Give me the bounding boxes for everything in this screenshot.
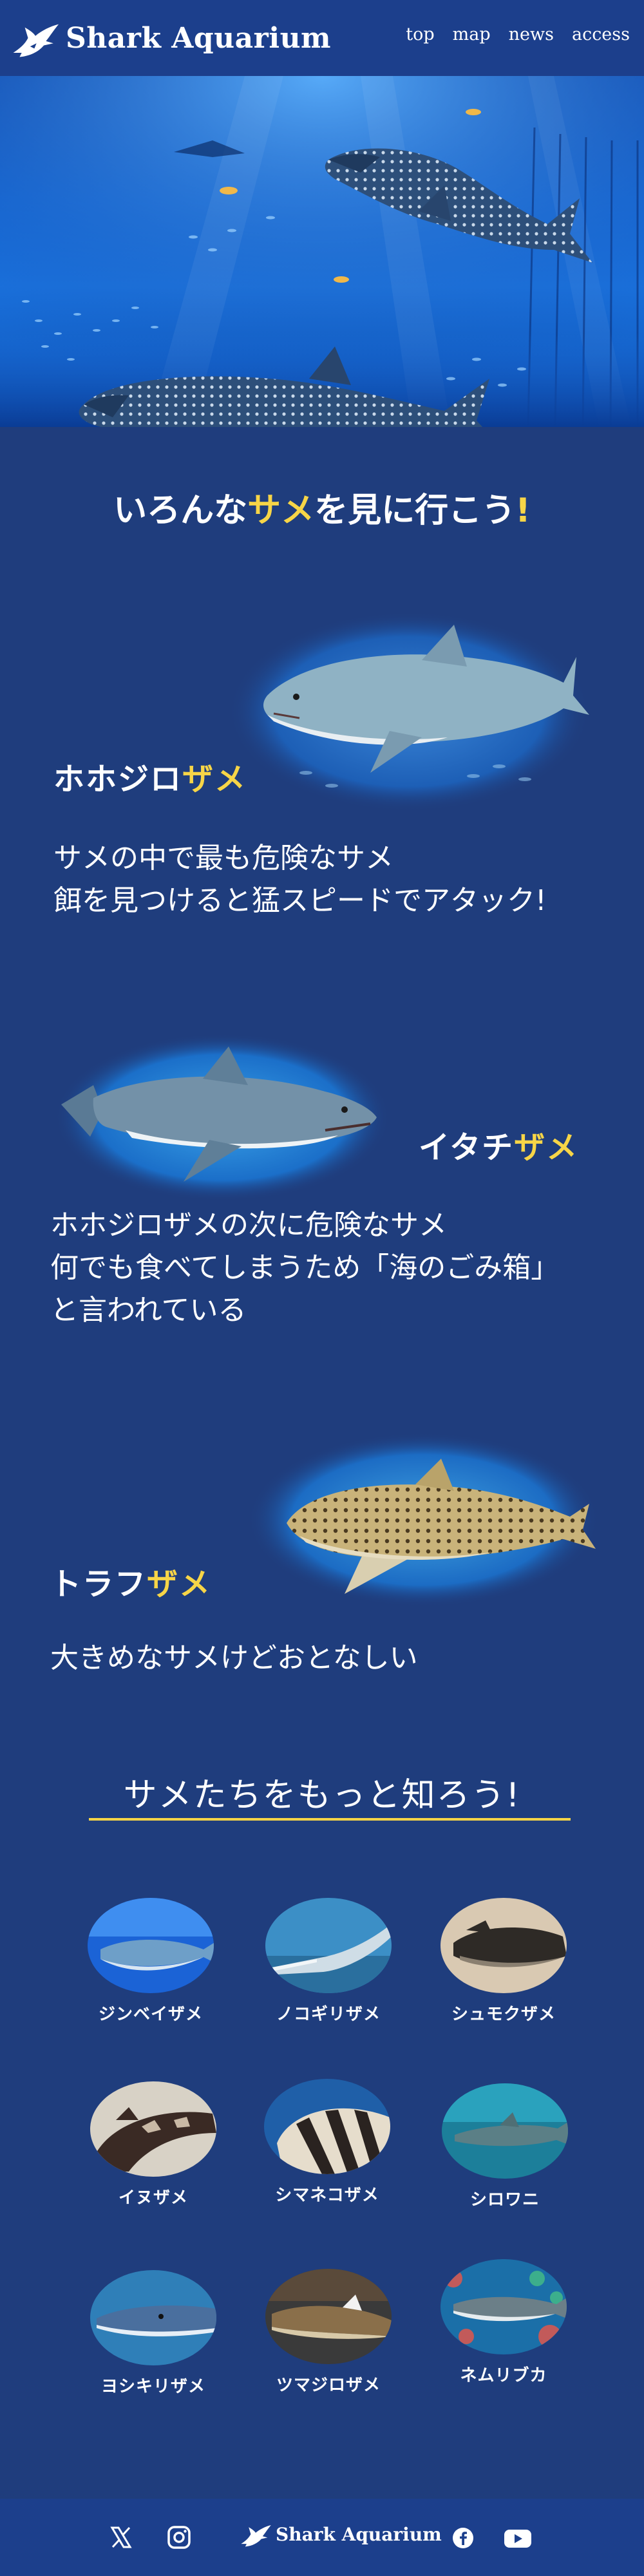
shark-card-image — [440, 2259, 567, 2354]
shark-card-tsumajiro[interactable]: ツマジロザメ — [245, 2269, 412, 2396]
hammerhead-thumb — [440, 1898, 567, 1993]
feature-1-description: サメの中で最も危険なサメ 餌を見つけると猛スピードでアタック! — [53, 842, 547, 917]
site-logo-text: Shark Aquarium — [66, 21, 332, 55]
shark-card-image — [90, 2270, 216, 2365]
feature-1-name-main: ホホジロ — [53, 761, 183, 797]
shark-card-inuzame[interactable]: イヌザメ — [70, 2081, 237, 2208]
intro-title-before: いろんな — [113, 491, 248, 530]
site-header: Shark Aquarium top map news access — [0, 0, 644, 76]
whitetip-shark-thumb — [265, 2269, 392, 2364]
sawshark-thumb — [265, 1898, 392, 1993]
more-title-underline — [89, 1818, 571, 1821]
shark-card-image — [264, 2079, 390, 2174]
site-footer: Shark Aquarium — [0, 2499, 644, 2576]
intro-title: いろんなサメを見に行こう! — [0, 483, 644, 531]
shark-card-shirowani[interactable]: シロワニ — [421, 2083, 589, 2210]
shark-card-nokogiri[interactable]: ノコギリザメ — [245, 1898, 412, 2025]
feature-1-image — [229, 612, 589, 811]
shark-card-label: ネムリブカ — [460, 2366, 547, 2385]
great-white-shark-image — [229, 612, 589, 811]
shark-card-jinbei[interactable]: ジンベイザメ — [67, 1898, 234, 2025]
shark-logo-icon — [13, 24, 59, 57]
shark-card-image — [265, 1898, 392, 1993]
shark-card-image — [440, 1898, 567, 1993]
hero-image — [0, 76, 644, 427]
shark-card-image — [90, 2081, 216, 2177]
footer-logo[interactable]: Shark Aquarium — [238, 2517, 442, 2552]
feature-3-name-main: トラフ — [50, 1566, 147, 1602]
main-nav: top map news access — [406, 24, 630, 44]
feature-2-image — [55, 1034, 390, 1201]
feature-3-image — [248, 1433, 599, 1607]
shark-card-image — [265, 2269, 392, 2364]
nav-top[interactable]: top — [406, 24, 434, 44]
reef-whitetip-shark-thumb — [440, 2259, 567, 2354]
shark-card-yoshikiri[interactable]: ヨシキリザメ — [70, 2270, 237, 2397]
feature-2-name-main: イタチ — [419, 1130, 515, 1166]
hero-aquarium-illustration — [0, 76, 644, 427]
shark-card-shumoku[interactable]: シュモクザメ — [420, 1898, 587, 2025]
instagram-icon[interactable] — [166, 2524, 192, 2553]
nav-access[interactable]: access — [572, 24, 630, 44]
nav-map[interactable]: map — [453, 24, 491, 44]
zebra-shark-image — [248, 1433, 598, 1607]
footer-logo-text: Shark Aquarium — [276, 2523, 442, 2545]
shark-card-image — [88, 1898, 214, 1993]
youtube-icon[interactable] — [504, 2528, 532, 2552]
feature-1-name-accent: ザメ — [182, 761, 247, 797]
feature-3-description: 大きめなサメけどおとなしい — [50, 1642, 418, 1674]
shark-card-label: ジンベイザメ — [98, 2005, 203, 2024]
shark-card-label: シマネコザメ — [275, 2186, 379, 2205]
shark-card-nemuribuka[interactable]: ネムリブカ — [420, 2259, 587, 2386]
more-title: サメたちをもっと知ろう! — [123, 1776, 521, 1815]
shark-card-image — [442, 2083, 568, 2179]
bamboo-shark-thumb — [90, 2081, 216, 2177]
x-icon[interactable] — [108, 2524, 134, 2553]
facebook-icon[interactable] — [452, 2527, 474, 2552]
shark-card-label: ノコギリザメ — [276, 2005, 381, 2024]
intro-title-mark: ! — [515, 491, 531, 530]
site-logo[interactable]: Shark Aquarium — [9, 12, 331, 64]
shark-card-label: イヌザメ — [118, 2188, 188, 2208]
feature-3-name: トラフザメ — [50, 1558, 211, 1604]
feature-2-name: イタチザメ — [419, 1122, 578, 1167]
nav-news[interactable]: news — [509, 24, 554, 44]
shark-card-label: シュモクザメ — [451, 2005, 556, 2024]
shark-logo-icon — [241, 2524, 271, 2547]
sand-tiger-shark-thumb — [442, 2083, 568, 2179]
feature-1-name: ホホジロザメ — [53, 753, 247, 799]
whale-shark-thumb — [88, 1898, 214, 1993]
shark-card-label: ツマジロザメ — [276, 2376, 381, 2395]
feature-3-name-accent: ザメ — [147, 1566, 212, 1602]
feature-2-name-accent: ザメ — [514, 1130, 579, 1166]
tiger-shark-image — [55, 1034, 390, 1201]
shark-card-label: ヨシキリザメ — [100, 2377, 205, 2396]
shark-card-label: シロワニ — [469, 2190, 540, 2210]
shark-card-shimaneko[interactable]: シマネコザメ — [243, 2079, 411, 2206]
bullhead-shark-thumb — [264, 2079, 390, 2174]
intro-title-accent: サメ — [247, 491, 315, 530]
intro-title-after: を見に行こう — [314, 491, 516, 530]
feature-2-description: ホホジロザメの次に危険なサメ 何でも食べてしまうため「海のごみ箱」 と言われてい… — [50, 1209, 560, 1327]
blue-shark-thumb — [90, 2270, 216, 2365]
